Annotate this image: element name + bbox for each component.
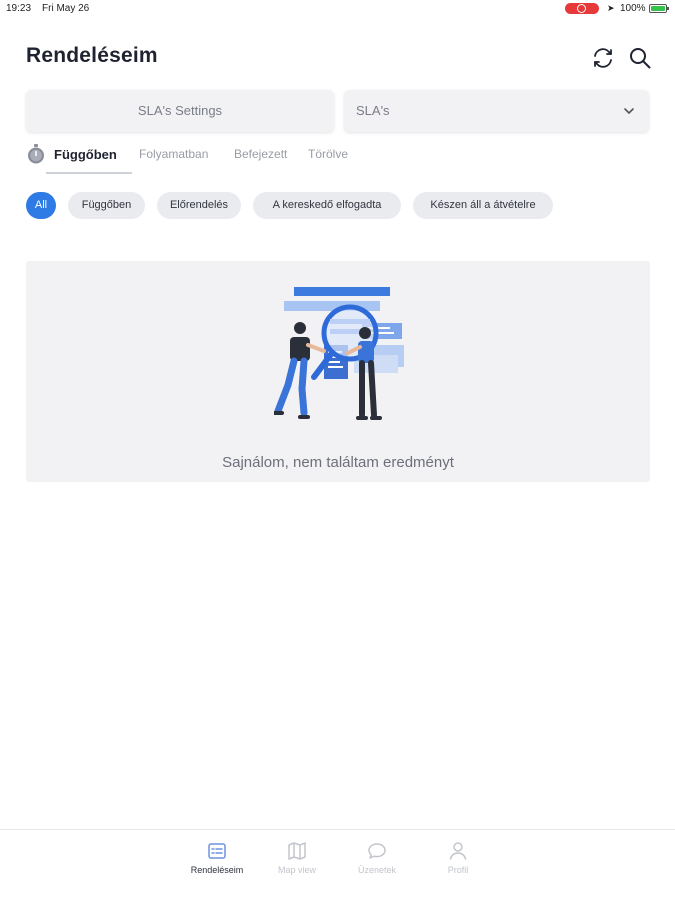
location-icon: ➤ [607,3,615,13]
tab-torolve[interactable]: Törölve [308,147,348,161]
status-tabs: Függőben Folyamatban Befejezett Törölve [26,140,366,174]
status-time: 19:23 [6,3,32,14]
sla-settings-button[interactable]: SLA's Settings [26,90,334,132]
search-icon[interactable] [628,46,652,70]
status-bar: 19:23 Fri May 26 ➤ 100% [0,0,675,18]
nav-item-map-view[interactable]: Map view [257,840,337,875]
nav-label-map-view: Map view [277,865,316,875]
sla-select-value: SLA's [356,103,390,118]
nav-item-profil[interactable]: Profil [418,840,498,875]
chip-kereskedo-elfogadta[interactable]: A kereskedő elfogadta [253,192,401,219]
nav-label-profil: Profil [447,865,469,875]
battery-icon [649,4,669,13]
nav-item-rendeleseim[interactable]: Rendeléseim [177,840,257,875]
orders-icon [208,843,226,859]
no-results-illustration [274,287,404,420]
active-tab-indicator [46,172,132,174]
page-title: Rendeléseim [26,44,158,67]
bottom-navigation: Rendeléseim Map view Üzenetek Profil [0,829,675,901]
chat-icon [368,843,386,859]
refresh-icon[interactable] [591,46,615,70]
nav-item-uzenetek[interactable]: Üzenetek [337,840,417,875]
empty-state-message: Sajnálom, nem találtam eredményt [222,454,454,471]
chip-elorendeles[interactable]: Előrendelés [157,192,241,219]
battery-percent: 100% [620,3,646,14]
sla-settings-label: SLA's Settings [137,103,223,118]
chevron-down-icon [624,108,634,114]
map-icon [288,842,306,860]
chip-keszen-all[interactable]: Készen áll a átvételre [413,192,553,219]
sla-select[interactable]: SLA's [344,90,649,132]
chip-fuggoben[interactable]: Függőben [68,192,145,219]
screen-recording-icon [565,3,599,14]
tab-befejezett[interactable]: Befejezett [234,147,287,161]
user-icon [449,842,467,860]
tab-fuggoben[interactable]: Függőben [54,147,117,162]
status-date: Fri May 26 [42,3,90,14]
empty-state-card: Sajnálom, nem találtam eredményt [26,261,650,482]
stopwatch-icon [28,144,44,164]
chip-all[interactable]: All [26,192,56,219]
tab-folyamatban[interactable]: Folyamatban [139,147,208,161]
nav-label-rendeleseim: Rendeléseim [190,865,244,875]
nav-label-uzenetek: Üzenetek [357,865,397,875]
